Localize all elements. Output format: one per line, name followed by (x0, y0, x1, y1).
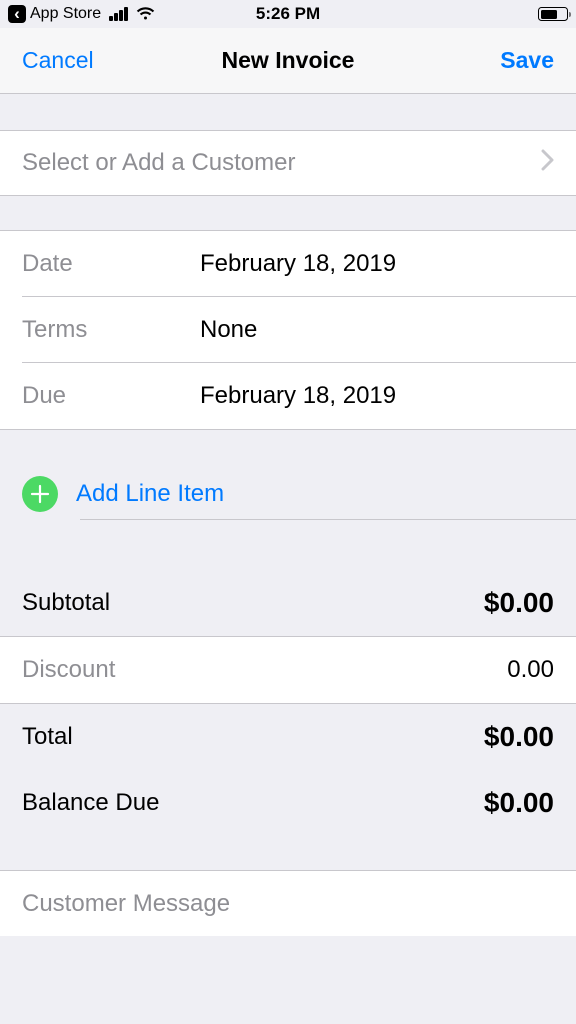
chevron-right-icon (541, 149, 554, 178)
date-row[interactable]: Date February 18, 2019 (0, 231, 576, 297)
select-customer-placeholder: Select or Add a Customer (22, 149, 295, 177)
terms-value: None (200, 316, 257, 344)
cellular-signal-icon (109, 7, 128, 21)
date-label: Date (22, 250, 200, 278)
add-line-item-row[interactable]: Add Line Item (0, 458, 576, 530)
back-to-app-icon[interactable] (8, 5, 26, 23)
subtotal-row: Subtotal $0.00 (0, 570, 576, 636)
discount-row[interactable]: Discount 0.00 (0, 637, 576, 703)
battery-icon (538, 7, 568, 21)
cancel-button[interactable]: Cancel (22, 47, 94, 74)
terms-label: Terms (22, 316, 200, 344)
balance-due-label: Balance Due (22, 789, 159, 817)
due-value: February 18, 2019 (200, 382, 396, 410)
plus-circle-icon (22, 476, 58, 512)
subtotal-label: Subtotal (22, 589, 110, 617)
discount-value: 0.00 (507, 656, 554, 684)
due-row[interactable]: Due February 18, 2019 (0, 363, 576, 429)
customer-message-row[interactable]: Customer Message (0, 870, 576, 936)
due-label: Due (22, 382, 200, 410)
nav-bar: Cancel New Invoice Save (0, 28, 576, 94)
date-value: February 18, 2019 (200, 250, 396, 278)
wifi-icon (136, 7, 155, 21)
balance-due-value: $0.00 (484, 787, 554, 819)
add-line-item-label: Add Line Item (76, 480, 224, 508)
total-row: Total $0.00 (0, 704, 576, 770)
total-value: $0.00 (484, 721, 554, 753)
back-to-app-label[interactable]: App Store (30, 5, 101, 23)
terms-row[interactable]: Terms None (0, 297, 576, 363)
discount-label: Discount (22, 656, 115, 684)
page-title: New Invoice (222, 47, 355, 74)
balance-due-row: Balance Due $0.00 (0, 770, 576, 836)
status-bar: App Store 5:26 PM (0, 0, 576, 28)
save-button[interactable]: Save (500, 47, 554, 74)
select-customer-row[interactable]: Select or Add a Customer (0, 130, 576, 196)
customer-message-placeholder: Customer Message (22, 890, 230, 918)
subtotal-value: $0.00 (484, 587, 554, 619)
status-time: 5:26 PM (256, 4, 320, 24)
total-label: Total (22, 723, 73, 751)
